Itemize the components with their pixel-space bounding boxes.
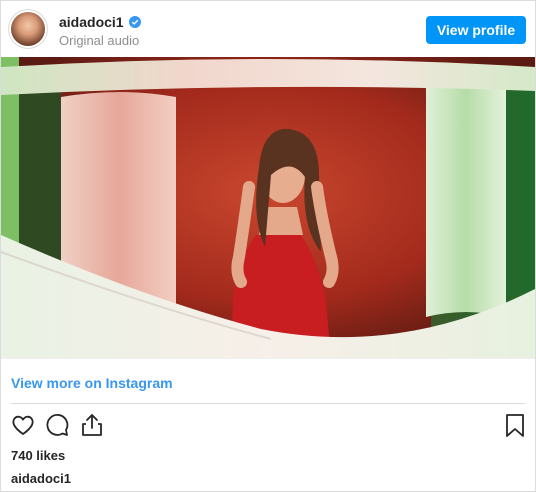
view-profile-button[interactable]: View profile (426, 16, 526, 44)
action-bar (1, 409, 535, 443)
instagram-embed-card: aidadoci1 Original audio View profile Vi… (0, 0, 536, 492)
comment-icon[interactable] (43, 411, 71, 439)
audio-label[interactable]: Original audio (59, 33, 139, 48)
post-media[interactable] (1, 57, 535, 358)
profile-avatar[interactable] (11, 12, 45, 46)
username-row: aidadoci1 (59, 14, 141, 30)
media-divider (1, 358, 535, 359)
post-header: aidadoci1 Original audio View profile (1, 1, 535, 57)
heart-icon[interactable] (9, 411, 37, 439)
username-link[interactable]: aidadoci1 (59, 14, 124, 30)
verified-badge-icon (128, 16, 141, 28)
share-icon[interactable] (78, 411, 106, 439)
likes-count[interactable]: 740 likes (11, 448, 65, 463)
caption-username[interactable]: aidadoci1 (11, 471, 71, 486)
bookmark-icon[interactable] (501, 411, 529, 439)
actions-divider (11, 403, 525, 404)
view-more-link[interactable]: View more on Instagram (11, 375, 173, 391)
